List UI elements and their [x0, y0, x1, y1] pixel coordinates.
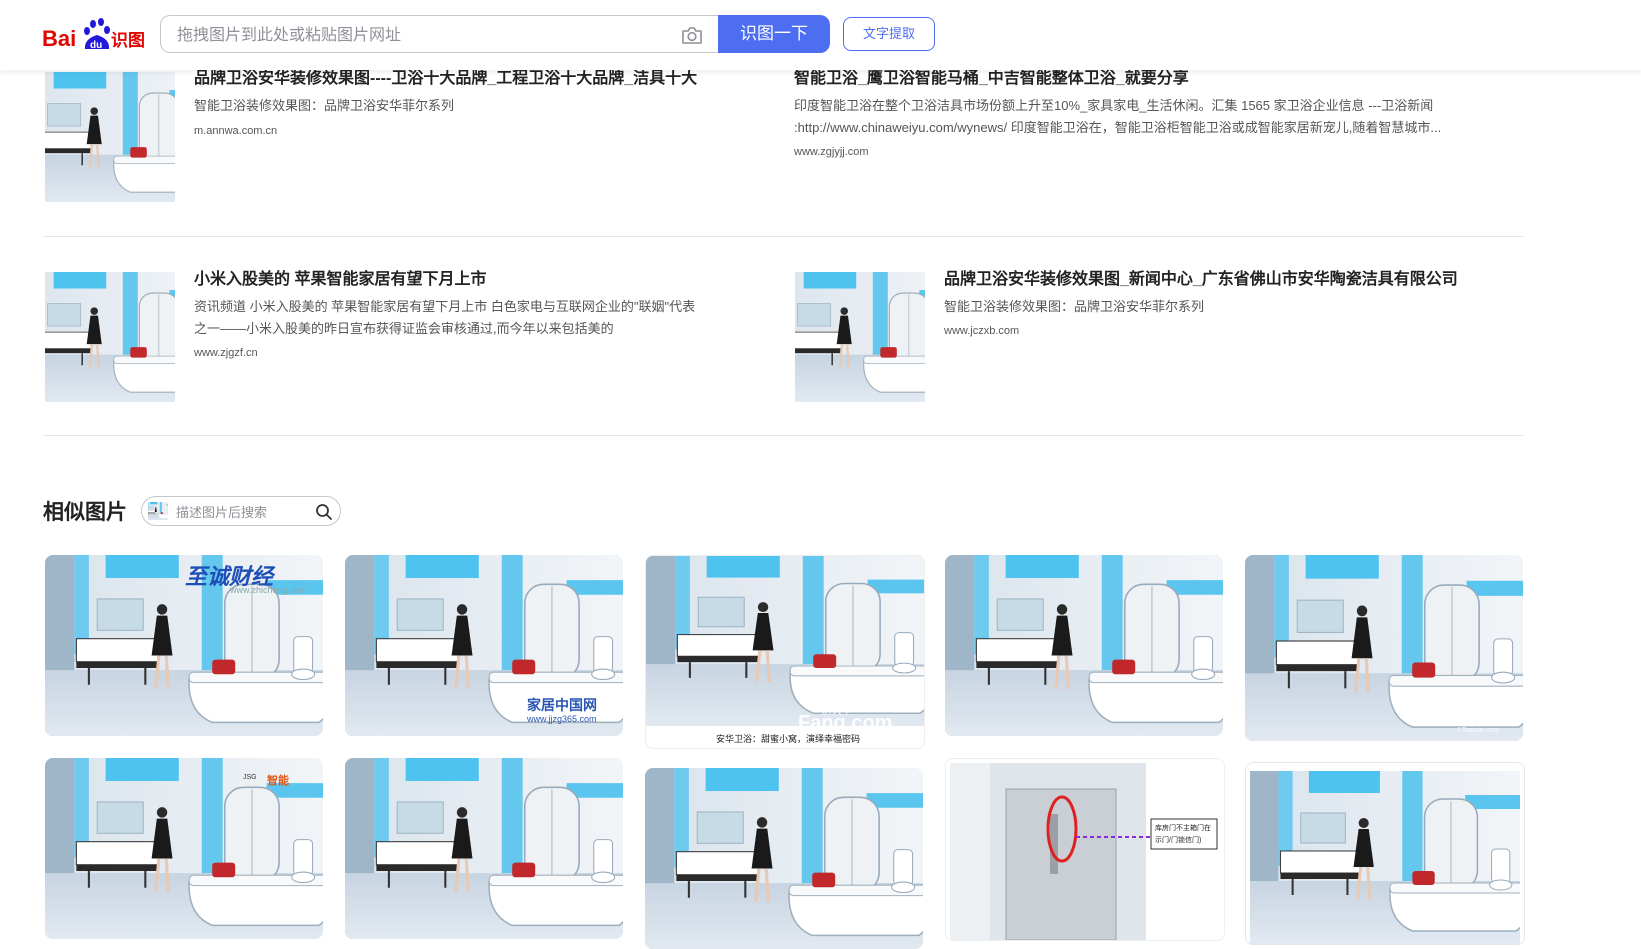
similar-search-box[interactable]	[141, 496, 341, 526]
recognize-image-button[interactable]: 识图一下	[718, 15, 830, 53]
watermark: 智能	[267, 775, 289, 787]
watermark-url: www.jjzg365.com	[527, 714, 597, 724]
desc-line: :http://www.chinaweiyu.com/wynews/ 印度智能卫…	[794, 120, 1442, 135]
result-title[interactable]: 品牌卫浴安华装修效果图_新闻中心_广东省佛山市安华陶瓷洁具有限公司	[944, 269, 1544, 291]
result-title[interactable]: 智能卫浴_鹰卫浴智能马桶_中吉智能整体卫浴_就要分享	[794, 68, 1494, 90]
similar-image[interactable]: 一起装修网 17house.com	[1245, 555, 1523, 741]
callout-label: 库房门不主箱门在	[1155, 825, 1211, 832]
image-url-input[interactable]	[175, 24, 659, 48]
result-source[interactable]: www.zgjyjj.com	[794, 145, 869, 159]
similar-image[interactable]: 至诚财经 www.zhicheng.com	[45, 555, 323, 736]
result-source[interactable]: www.zjgzf.cn	[194, 346, 258, 360]
desc-line: 智能卫浴装修效果图：品牌卫浴安华菲尔系列	[944, 299, 1205, 314]
image-caption: 安华卫浴：甜蜜小窝，演绎幸福密码	[716, 734, 861, 744]
watermark-url: wulianka.cn	[1113, 708, 1171, 720]
result-item[interactable]: 智能卫浴_鹰卫浴智能马桶_中吉智能整体卫浴_就要分享 印度智能卫浴在整个卫浴洁具…	[645, 70, 1495, 207]
similar-image[interactable]	[345, 758, 623, 939]
baidu-logo[interactable]: Bai du 识图	[42, 17, 145, 53]
desc-line: 之一——小米入股美的昨日宣布获得证监会审核通过,而今年以来包括美的	[194, 321, 614, 336]
watermark-url: www.zhicheng.com	[230, 585, 308, 595]
similar-image[interactable]: 家居中国网 www.jjzg365.com	[345, 555, 623, 736]
desc-line: 资讯频道 小米入股美的 苹果智能家居有望下月上市 白色家电与互联网企业的"联姻"…	[194, 299, 696, 314]
result-description: 智能卫浴装修效果图：品牌卫浴安华菲尔系列	[944, 296, 1504, 318]
result-title[interactable]: 小米入股美的 苹果智能家居有望下月上市	[194, 269, 754, 291]
query-thumbnail	[148, 502, 168, 520]
svg-text:Bai: Bai	[42, 26, 76, 51]
describe-image-input[interactable]	[174, 502, 306, 522]
section-divider	[43, 435, 1524, 436]
watermark-sub: JSG	[243, 774, 257, 781]
result-description: 资讯频道 小米入股美的 苹果智能家居有望下月上市 白色家电与互联网企业的"联姻"…	[194, 296, 754, 340]
similar-image[interactable]: 智能 JSG	[45, 758, 323, 939]
section-divider	[43, 236, 1524, 237]
result-thumbnail[interactable]	[795, 272, 925, 402]
result-item[interactable]: 品牌卫浴安华装修效果图----卫浴十大品牌_工程卫浴十大品牌_洁具十大 智能卫浴…	[45, 70, 745, 207]
svg-text:识图: 识图	[111, 31, 144, 51]
top-bar: Bai du 识图 识图一下 文字提取	[0, 0, 1641, 70]
camera-icon[interactable]	[681, 25, 703, 45]
similar-image[interactable]: 房天下 Fang.com 安华卫浴：甜蜜小窝，演绎幸福密码	[645, 555, 925, 749]
result-source[interactable]: www.jczxb.com	[944, 324, 1019, 338]
image-search-box[interactable]	[160, 15, 718, 53]
result-thumbnail[interactable]	[45, 72, 175, 202]
svg-text:du: du	[90, 40, 102, 51]
similar-image[interactable]: 库房门不主箱门在 示门/门锁信门)	[945, 758, 1225, 941]
desc-line: 印度智能卫浴在整个卫浴洁具市场份额上升至10%_家具家电_生活休闲。汇集 156…	[794, 98, 1434, 113]
similar-images-heading: 相似图片	[43, 501, 127, 524]
text-extract-button[interactable]: 文字提取	[843, 17, 935, 51]
result-item[interactable]: 小米入股美的 苹果智能家居有望下月上市 资讯频道 小米入股美的 苹果智能家居有望…	[45, 271, 745, 407]
watermark-url: 17house.com	[1457, 727, 1500, 734]
similar-image[interactable]	[1245, 762, 1525, 945]
watermark: 家居中国网	[527, 697, 597, 713]
callout-label: 示门/门锁信门)	[1155, 837, 1202, 844]
similar-image[interactable]: 物联卡之家 wulianka.cn	[945, 555, 1223, 736]
result-source[interactable]: m.annwa.com.cn	[194, 124, 277, 138]
result-thumbnail[interactable]	[45, 272, 175, 402]
search-icon[interactable]	[315, 503, 333, 521]
result-description: 印度智能卫浴在整个卫浴洁具市场份额上升至10%_家具家电_生活休闲。汇集 156…	[794, 95, 1494, 139]
result-item[interactable]: 品牌卫浴安华装修效果图_新闻中心_广东省佛山市安华陶瓷洁具有限公司 智能卫浴装修…	[795, 269, 1555, 407]
similar-image[interactable]	[645, 768, 923, 949]
